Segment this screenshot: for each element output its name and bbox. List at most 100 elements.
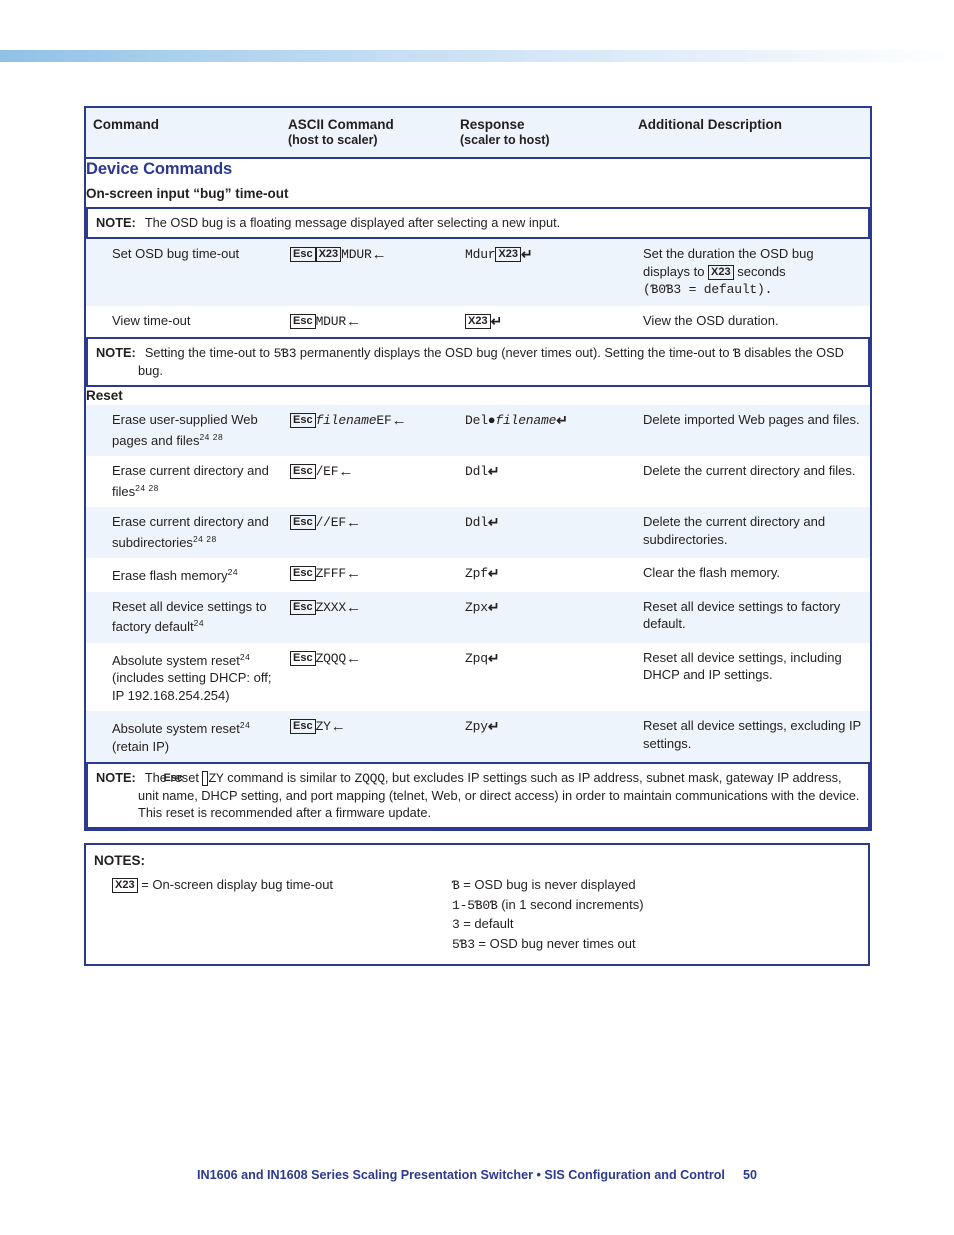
row-ascii-cell: Esc filenameEF←	[282, 405, 454, 456]
carriage-return-icon: ↵	[487, 514, 500, 530]
footnote-marker: 24	[239, 651, 251, 662]
subsection-title-osd-timeout: On-screen input “bug” time-out	[86, 186, 289, 201]
note-cell-osd-bug: NOTE: The OSD bug is a floating message d…	[85, 207, 871, 239]
row-ascii-cell: Esc ZY←	[282, 711, 454, 762]
top-accent-bar	[0, 50, 954, 62]
carriage-return-icon: ↵	[487, 649, 500, 666]
notes-value-code: 5Ɓ3	[452, 936, 475, 952]
notes-value-text: (in 1 second increments)	[497, 896, 644, 912]
left-arrow-icon: ←	[345, 649, 361, 667]
x23-variable-badge: X23	[315, 247, 342, 262]
row-description-cell: Reset all device settings to factory def…	[632, 591, 871, 643]
table-row: Absolute system reset24 (includes settin…	[85, 642, 871, 711]
section-heading-cell: Device Commands On-screen input “bug” ti…	[85, 158, 871, 207]
carriage-return-icon: ↵	[487, 718, 500, 734]
row-command-cell: Absolute system reset24 (retain IP)	[85, 711, 282, 762]
carriage-return-icon: ↵	[487, 598, 500, 615]
esc-key-badge: Esc	[290, 413, 316, 428]
note-text-osd-bug: NOTE: The OSD bug is a floating message d…	[96, 214, 860, 231]
note-reset-code1: ZY	[208, 771, 224, 786]
row-command-label: Absolute system reset	[112, 652, 240, 668]
row-command-cell: View time-out	[85, 305, 282, 337]
esc-key-badge: Esc	[290, 247, 316, 262]
row-command-cell: Erase flash memory24	[85, 558, 282, 592]
note-body-osd-bug: The OSD bug is a floating message displa…	[144, 215, 561, 230]
row-ascii-cell: Esc//EF←	[282, 507, 454, 558]
row-command-label: Set OSD bug time-out	[112, 246, 240, 261]
description-text: Reset all device settings, excluding IP …	[643, 718, 861, 751]
row-description-cell: Clear the flash memory.	[632, 558, 871, 592]
row-response-cell: Zpx↵	[454, 591, 632, 643]
description-text: Delete the current directory and files.	[643, 463, 856, 478]
esc-key-badge: Esc	[290, 313, 316, 329]
section-title-reset: Reset	[86, 388, 123, 403]
table-row: Set OSD bug time-out Esc X23 MDUR← Mdur X23…	[85, 239, 871, 306]
footnote-marker: 24	[227, 567, 239, 577]
header-response-sublabel: (scaler to host)	[460, 132, 550, 147]
row-command-cell: Erase current directory and subdirectori…	[85, 507, 282, 558]
row-command-label: Reset all device settings to factory def…	[112, 598, 267, 635]
table-row: Erase flash memory24 Esc ZFFF← Zpf↵ Clear…	[85, 558, 871, 592]
description-text-part2: seconds	[733, 263, 786, 279]
row-description-cell: Delete the current directory and files.	[632, 456, 871, 507]
left-arrow-icon: ←	[345, 598, 361, 616]
x23-variable-badge: X23	[495, 247, 521, 262]
table-row: View time-out Esc MDUR← X23 ↵ View the OSD…	[85, 305, 871, 337]
description-text: Reset all device settings to factory def…	[643, 598, 841, 632]
page-number: 50	[742, 1168, 757, 1182]
notes-title: NOTES:	[94, 853, 146, 868]
response-code: Mdur	[465, 247, 496, 262]
note-label: NOTE:	[96, 345, 136, 360]
footnote-marker: 24 28	[135, 482, 159, 493]
response-code: Zpq	[465, 650, 488, 666]
page-footer: IN1606 and IN1608 Series Scaling Present…	[0, 1168, 954, 1182]
header-ascii-label: ASCII Command	[288, 117, 394, 132]
table-row: Erase current directory and files24 28 E…	[85, 456, 871, 507]
section-heading-row-reset: Reset	[85, 387, 871, 405]
notes-value-code: 1-5Ɓ0Ɓ	[452, 897, 498, 913]
row-ascii-cell: Esc MDUR←	[282, 305, 454, 337]
carriage-return-icon: ↵	[487, 565, 500, 581]
carriage-return-icon: ↵	[487, 463, 500, 479]
row-ascii-cell: Esc ZXXX←	[282, 591, 454, 643]
left-arrow-icon: ←	[345, 565, 361, 582]
header-ascii-command: ASCII Command (host to scaler)	[282, 107, 454, 159]
ascii-code: ZQQQ	[315, 650, 347, 666]
ascii-italic-param: filename	[315, 413, 377, 428]
ascii-code: MDUR	[341, 247, 372, 262]
note-timeout-code2: Ɓ	[733, 346, 741, 361]
note-label: NOTE:	[96, 215, 136, 230]
ascii-code: ZY	[315, 719, 331, 734]
note-text-reset: NOTE: The reset Esc ZY command is similar …	[96, 769, 860, 821]
table-header-row: Command ASCII Command (host to scaler) R…	[85, 107, 871, 159]
row-description-cell: View the OSD duration.	[632, 305, 871, 337]
row-ascii-cell: Esc ZQQQ←	[282, 642, 454, 711]
description-text: Delete the current directory and subdire…	[643, 514, 826, 547]
row-command-cell: Erase user-supplied Web pages and files2…	[85, 405, 282, 456]
row-command-tail: (includes setting DHCP: off; IP 192.168.…	[112, 670, 272, 703]
row-response-cell: Del●filename↵	[454, 405, 632, 456]
description-text: Clear the flash memory.	[643, 565, 781, 580]
note-text-timeout: NOTE: Setting the time-out to 5Ɓ3 permane…	[96, 344, 860, 379]
esc-key-badge: Esc	[290, 719, 316, 734]
notes-variable-description: = On-screen display bug time-out	[141, 877, 334, 892]
header-response-label: Response	[460, 117, 525, 132]
notes-left-column: X23 = On-screen display bug time-out	[112, 876, 452, 954]
note-row-reset: NOTE: The reset Esc ZY command is similar …	[85, 762, 871, 830]
notes-value-line: 1-5Ɓ0Ɓ (in 1 second increments)	[452, 896, 868, 916]
row-command-label: Absolute system reset	[112, 721, 240, 736]
row-description-cell: Reset all device settings, excluding IP …	[632, 711, 871, 762]
row-description-cell: Set the duration the OSD bug displays to…	[632, 239, 871, 306]
row-command-label: Erase current directory and files	[112, 463, 269, 499]
row-response-cell: Ddl↵	[454, 456, 632, 507]
response-code: Zpf	[465, 566, 488, 581]
note-cell-timeout: NOTE: Setting the time-out to 5Ɓ3 permane…	[85, 337, 871, 387]
row-response-cell: Mdur X23 ↵	[454, 239, 632, 306]
notes-legend-box: NOTES: X23 = On-screen display bug time-…	[84, 843, 870, 966]
row-command-label: Erase user-supplied Web pages and files	[112, 412, 258, 448]
note-row-timeout: NOTE: Setting the time-out to 5Ɓ3 permane…	[85, 337, 871, 387]
description-text: Delete imported Web pages and files.	[643, 412, 860, 427]
response-code: Zpy	[465, 719, 488, 734]
response-code: Zpx	[465, 599, 488, 615]
row-response-cell: Zpq↵	[454, 642, 632, 711]
